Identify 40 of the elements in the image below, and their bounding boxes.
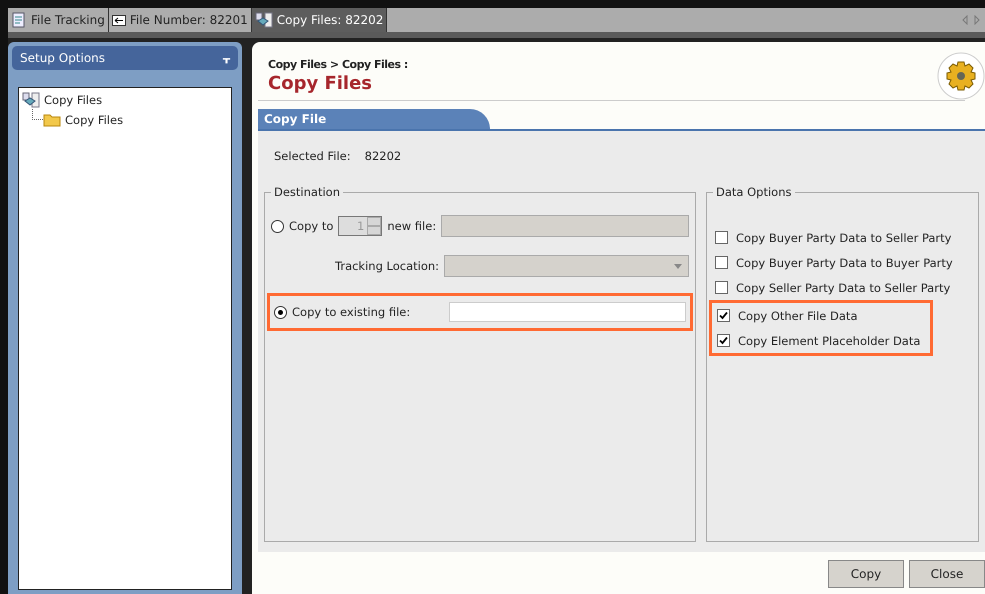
tree-item[interactable]: Copy Files — [22, 90, 228, 110]
tracking-location-dropdown[interactable] — [444, 255, 689, 277]
folder-icon — [43, 113, 61, 127]
radio-button[interactable] — [274, 306, 287, 318]
tab[interactable]: File Number: 82201 — [108, 8, 252, 32]
group-legend: Destination — [271, 185, 343, 199]
group-legend: Data Options — [713, 185, 794, 199]
breadcrumb: Copy Files > Copy Files : — [268, 58, 408, 71]
radio-label: Copy to — [289, 219, 334, 233]
checkbox-label: Copy Other File Data — [738, 308, 858, 322]
pin-button[interactable]: ᚁ — [222, 52, 230, 64]
sidebar-title: Setup Options — [20, 51, 106, 65]
checkbox[interactable] — [715, 281, 728, 294]
checkbox-label: Copy Element Placeholder Data — [738, 334, 920, 348]
radio-button[interactable] — [271, 220, 284, 232]
document-icon — [11, 12, 27, 28]
radio-label: Copy to existing file: — [292, 305, 412, 319]
dialog-button[interactable]: Copy — [828, 560, 904, 588]
tab[interactable]: File Tracking — [8, 8, 109, 32]
checkbox-label: Copy Buyer Party Data to Seller Party — [736, 230, 952, 244]
existing-file-field[interactable] — [449, 302, 686, 322]
field-label: new file: — [387, 219, 436, 233]
copy-icon — [254, 12, 273, 28]
new-file-field[interactable] — [441, 215, 689, 237]
dropdown-caret-icon — [674, 264, 682, 268]
checkbox-label: Copy Buyer Party Data to Buyer Party — [736, 256, 953, 270]
checkbox[interactable] — [715, 231, 728, 244]
copy-icon — [22, 92, 40, 108]
field-label: Tracking Location: — [335, 259, 440, 273]
selected-file-label: Selected File: — [274, 149, 351, 163]
checkbox[interactable] — [717, 309, 730, 322]
tree-item[interactable]: Copy Files — [43, 110, 124, 130]
checkbox[interactable] — [715, 256, 728, 269]
tab[interactable]: Copy Files: 82202 — [252, 8, 388, 32]
checkbox-label: Copy Seller Party Data to Seller Party — [736, 280, 950, 294]
dialog-button[interactable]: Close — [909, 560, 985, 588]
checkbox[interactable] — [717, 334, 730, 347]
arrow-icon — [112, 14, 126, 26]
selected-file-value: 82202 — [364, 149, 402, 163]
page-title: Copy Files — [268, 73, 374, 94]
